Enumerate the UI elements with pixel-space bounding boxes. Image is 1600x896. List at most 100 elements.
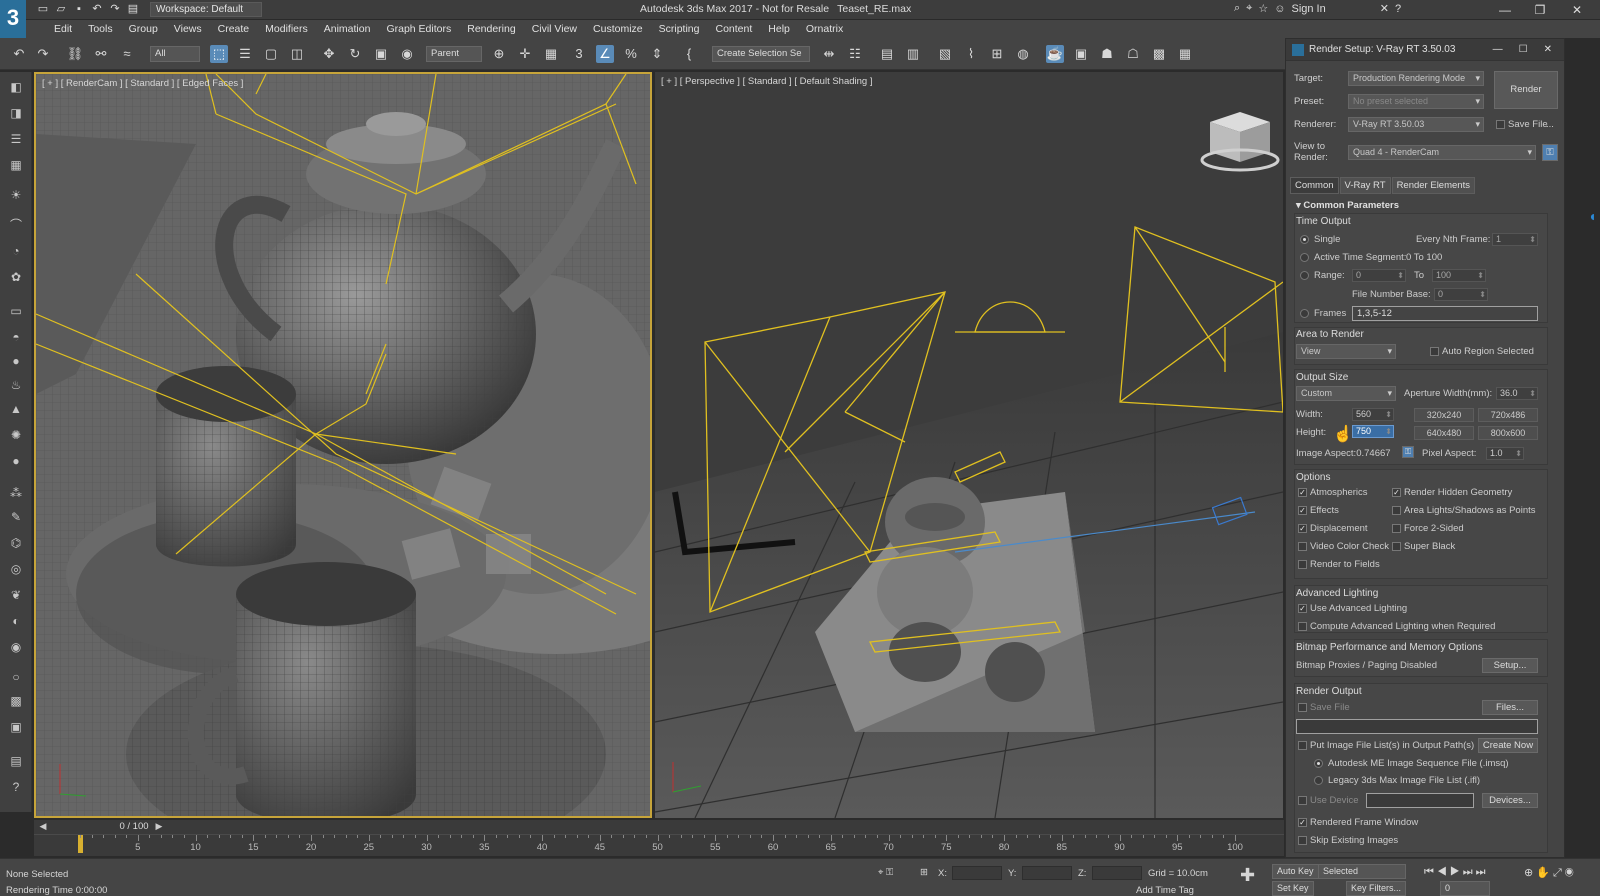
render-setup-icon[interactable]: ☕ [1046, 45, 1064, 63]
helper-icon[interactable]: ◔ [7, 242, 25, 260]
menu-tools[interactable]: Tools [80, 20, 121, 38]
render-button[interactable]: Render [1494, 71, 1558, 109]
light-bulb-icon[interactable]: ☀ [7, 186, 25, 204]
displacement-checkbox[interactable]: ✓ [1298, 524, 1307, 533]
particles-icon[interactable]: ⁂ [7, 484, 25, 502]
range-radio[interactable] [1300, 271, 1309, 280]
target-dropdown[interactable]: Production Rendering Mode [1348, 71, 1484, 86]
cone-icon[interactable]: ▲ [7, 400, 25, 418]
save-icon[interactable]: ▪ [72, 3, 86, 16]
named-selection-sets-dropdown[interactable]: Create Selection Se [712, 46, 810, 62]
pivot-center-icon[interactable]: ⊕ [490, 45, 508, 63]
auto-region-checkbox[interactable] [1430, 347, 1439, 356]
width-spinner[interactable]: 560 [1352, 408, 1394, 421]
scene-explorer-icon[interactable]: ▤ [878, 45, 896, 63]
sun-icon[interactable]: ✺ [7, 426, 25, 444]
menu-animation[interactable]: Animation [316, 20, 379, 38]
leaf-icon[interactable]: ❦ [7, 586, 25, 604]
bind-space-warp-icon[interactable]: ≈ [118, 45, 136, 63]
every-nth-frame-spinner[interactable]: 1 [1492, 233, 1538, 246]
preset-720x486-button[interactable]: 720x486 [1478, 408, 1538, 422]
common-parameters-rollout[interactable]: ▾ Common Parameters [1296, 200, 1399, 211]
compute-advanced-lighting-checkbox[interactable] [1298, 622, 1307, 631]
super-black-checkbox[interactable] [1392, 542, 1401, 551]
menu-ornatrix[interactable]: Ornatrix [798, 20, 851, 38]
render-hidden-geometry-checkbox[interactable]: ✓ [1392, 488, 1401, 497]
new-file-icon[interactable]: ▭ [36, 3, 50, 16]
exchange-icon[interactable]: ✕ [1380, 2, 1389, 15]
sign-in-link[interactable]: Sign In [1291, 3, 1325, 15]
select-object-icon[interactable]: ⬚ [210, 45, 228, 63]
sphere-icon[interactable]: ● [7, 352, 25, 370]
menu-scripting[interactable]: Scripting [651, 20, 708, 38]
create-now-button[interactable]: Create Now [1478, 738, 1538, 753]
mesh-icon[interactable]: ⌬ [7, 534, 25, 552]
lock-aspect-icon[interactable]: ⚿ [1402, 446, 1414, 458]
devices-button[interactable]: Devices... [1482, 793, 1538, 808]
atmospherics-checkbox[interactable]: ✓ [1298, 488, 1307, 497]
legacy-ifl-radio[interactable] [1314, 776, 1323, 785]
playback-controls-icon[interactable]: ⏮ ◀ ▶ ⏭ ⏭ [1424, 866, 1486, 879]
systems-icon[interactable]: ✿ [7, 268, 25, 286]
window-crossing-icon[interactable]: ◫ [288, 45, 306, 63]
viewport-perspective[interactable]: [ + ] [ Perspective ] [ Standard ] [ Def… [655, 72, 1283, 818]
redo-icon[interactable]: ↷ [108, 3, 122, 16]
align-icon[interactable]: ☷ [846, 45, 864, 63]
video-color-check-checkbox[interactable] [1298, 542, 1307, 551]
hair-icon[interactable]: ♨ [7, 376, 25, 394]
document-icon[interactable]: ▤ [7, 752, 25, 770]
redo-icon[interactable]: ↷ [34, 45, 52, 63]
output-size-dropdown[interactable]: Custom [1296, 386, 1396, 401]
snaps-toggle-icon[interactable]: 3 [570, 45, 588, 63]
key-filters-button[interactable]: Key Filters... [1346, 881, 1406, 896]
time-slider[interactable]: ◀ 0 / 100 ▶ [34, 820, 1284, 834]
angle-snap-icon[interactable]: ∠ [596, 45, 614, 63]
user-icon[interactable]: ☺ [1274, 3, 1285, 15]
selection-filter-dropdown[interactable]: All [150, 46, 200, 62]
device-field[interactable] [1366, 793, 1474, 808]
texture-icon[interactable]: ▩ [7, 692, 25, 710]
set-key-button[interactable]: Set Key [1272, 881, 1314, 896]
layer-explorer-icon[interactable]: ▥ [904, 45, 922, 63]
dialog-maximize-button[interactable]: ☐ [1519, 44, 1528, 55]
hemisphere-icon[interactable]: ◓ [7, 328, 25, 346]
files-button[interactable]: Files... [1482, 700, 1538, 715]
spinner-snap-icon[interactable]: ⇕ [648, 45, 666, 63]
force-2-sided-checkbox[interactable] [1392, 524, 1401, 533]
aperture-width-spinner[interactable]: 36.0 [1496, 387, 1538, 400]
keyboard-shortcut-icon[interactable]: ▦ [542, 45, 560, 63]
close-button[interactable]: ✕ [1562, 1, 1592, 19]
tab-common[interactable]: Common [1290, 177, 1339, 194]
rendered-frame-window-icon[interactable]: ▣ [1072, 45, 1090, 63]
range-end-spinner[interactable]: 100 [1432, 269, 1486, 282]
save-file-checkbox[interactable] [1496, 120, 1505, 129]
project-folder-icon[interactable]: ▤ [126, 3, 140, 16]
undo-icon[interactable]: ↶ [10, 45, 28, 63]
workspace-dropdown[interactable]: Workspace: Default [150, 2, 262, 17]
y-coordinate-field[interactable] [1022, 866, 1072, 880]
material-editor-icon[interactable]: ◍ [1014, 45, 1032, 63]
frames-radio[interactable] [1300, 309, 1309, 318]
save-file-browse-button[interactable]: ... [1546, 119, 1554, 130]
app-logo[interactable]: 3 [0, 0, 26, 38]
help-icon[interactable]: ? [7, 778, 25, 796]
menu-rendering[interactable]: Rendering [459, 20, 523, 38]
render-production-icon[interactable]: ☗ [1098, 45, 1116, 63]
menu-customize[interactable]: Customize [585, 20, 651, 38]
preset-dropdown[interactable]: No preset selected [1348, 94, 1484, 109]
viewport-label[interactable]: [ + ] [ Perspective ] [ Standard ] [ Def… [661, 76, 873, 87]
ribbon-toggle-icon[interactable]: ▧ [936, 45, 954, 63]
tab-render-elements[interactable]: Render Elements [1391, 177, 1475, 194]
create-geometry-icon[interactable]: ◧ [7, 78, 25, 96]
render-iterative-icon[interactable]: ☖ [1124, 45, 1142, 63]
minimize-button[interactable]: — [1490, 1, 1520, 19]
tab-vray-rt[interactable]: V-Ray RT [1339, 177, 1391, 194]
preset-640x480-button[interactable]: 640x480 [1414, 426, 1474, 440]
view-to-render-dropdown[interactable]: Quad 4 - RenderCam [1348, 145, 1536, 160]
single-radio[interactable] [1300, 235, 1309, 244]
time-prev-arrow-icon[interactable]: ◀ [36, 821, 50, 833]
help-icon[interactable]: ? [1395, 3, 1401, 15]
height-spinner[interactable]: 750 [1352, 425, 1394, 438]
binoculars-icon[interactable]: ⌖ [1246, 2, 1252, 15]
time-next-arrow-icon[interactable]: ▶ [152, 821, 166, 833]
